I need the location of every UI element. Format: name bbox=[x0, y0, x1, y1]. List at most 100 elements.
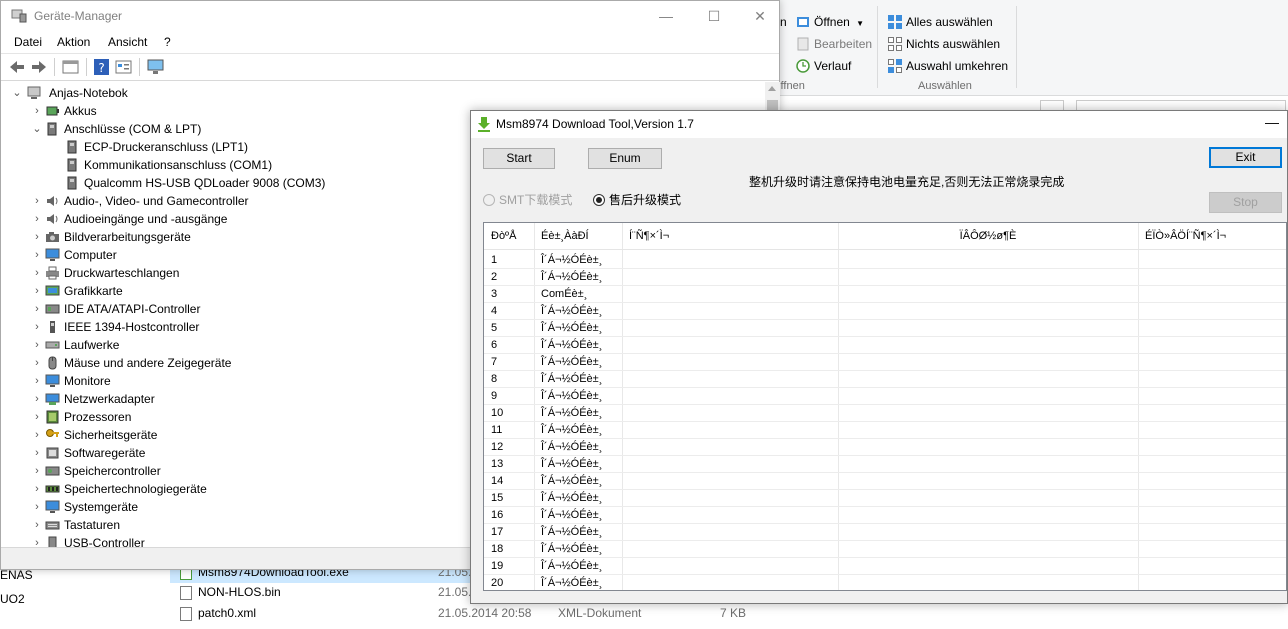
table-row[interactable]: 11 Î´Á¬½ÓÉè±¸ bbox=[484, 422, 1286, 439]
header-last-status[interactable]: ÉÏÒ»ÂÖÍ¨Ñ¶×´Ì¬ bbox=[1138, 223, 1286, 250]
stop-button[interactable]: Stop bbox=[1209, 192, 1282, 213]
chevron-right-icon[interactable]: › bbox=[31, 390, 43, 408]
chevron-right-icon[interactable]: › bbox=[31, 300, 43, 318]
device-manager-icon bbox=[11, 9, 27, 23]
menu-help[interactable]: ? bbox=[164, 35, 171, 49]
table-row[interactable]: 7 Î´Á¬½ÓÉè±¸ bbox=[484, 354, 1286, 371]
cell-device-type: Î´Á¬½ÓÉè±¸ bbox=[541, 373, 603, 385]
table-row[interactable]: 14 Î´Á¬½ÓÉè±¸ bbox=[484, 473, 1286, 490]
aftersale-mode-radio[interactable]: 售后升级模式 bbox=[593, 191, 681, 208]
cell-no: 13 bbox=[491, 458, 504, 470]
table-row[interactable]: 13 Î´Á¬½ÓÉè±¸ bbox=[484, 456, 1286, 473]
cell-device-type: Î´Á¬½ÓÉè±¸ bbox=[541, 475, 603, 487]
chevron-right-icon[interactable]: › bbox=[31, 444, 43, 462]
cell-device-type: Î´Á¬½ÓÉè±¸ bbox=[541, 339, 603, 351]
table-row[interactable]: 4 Î´Á¬½ÓÉè±¸ bbox=[484, 303, 1286, 320]
chevron-right-icon[interactable]: › bbox=[31, 480, 43, 498]
table-row[interactable]: 1 Î´Á¬½ÓÉè±¸ bbox=[484, 252, 1286, 269]
view-icon[interactable] bbox=[62, 59, 80, 75]
ribbon-separator bbox=[877, 6, 878, 88]
chevron-down-icon[interactable]: ⌄ bbox=[31, 120, 43, 138]
back-arrow-icon[interactable] bbox=[8, 59, 26, 75]
smt-mode-radio[interactable]: SMT下载模式 bbox=[483, 191, 572, 208]
chevron-right-icon[interactable]: › bbox=[31, 282, 43, 300]
chevron-down-icon: ▼ bbox=[856, 19, 865, 28]
history-button[interactable]: Verlauf bbox=[796, 56, 851, 76]
scroll-up-arrow-icon[interactable] bbox=[768, 86, 776, 91]
maximize-button[interactable]: ☐ bbox=[691, 1, 737, 31]
nav-item[interactable]: ENAS bbox=[0, 568, 33, 582]
chevron-right-icon[interactable]: › bbox=[31, 516, 43, 534]
table-row[interactable]: 17 Î´Á¬½ÓÉè±¸ bbox=[484, 524, 1286, 541]
chevron-down-icon[interactable]: ⌄ bbox=[11, 84, 23, 102]
minimize-button[interactable]: — bbox=[1257, 111, 1287, 138]
header-device-type[interactable]: Éè±¸ÀàÐÍ bbox=[534, 223, 622, 250]
menu-view[interactable]: Ansicht bbox=[108, 35, 147, 49]
header-no[interactable]: ÐòºÅ bbox=[484, 223, 534, 250]
tree-root[interactable]: ⌄ Anjas-Notebok bbox=[11, 84, 711, 102]
scan-hardware-icon[interactable] bbox=[147, 59, 165, 75]
open-button[interactable]: Öffnen ▼ bbox=[796, 12, 864, 32]
download-tool-titlebar[interactable]: Msm8974 Download Tool,Version 1.7 — bbox=[471, 111, 1287, 138]
menu-file[interactable]: Datei bbox=[14, 35, 42, 49]
header-download-progress[interactable]: ÏÂÔØ½ø¶È bbox=[838, 223, 1138, 250]
battery-icon bbox=[45, 104, 60, 118]
help-icon[interactable]: ? bbox=[93, 59, 111, 75]
select-all-button[interactable]: Alles auswählen bbox=[888, 12, 993, 32]
chevron-right-icon[interactable]: › bbox=[31, 228, 43, 246]
table-row[interactable]: 2 Î´Á¬½ÓÉè±¸ bbox=[484, 269, 1286, 286]
select-none-label: Nichts auswählen bbox=[906, 37, 1001, 51]
chevron-right-icon[interactable]: › bbox=[31, 102, 43, 120]
chevron-right-icon[interactable]: › bbox=[31, 534, 43, 547]
invert-selection-button[interactable]: Auswahl umkehren bbox=[888, 56, 1008, 76]
edit-button[interactable]: Bearbeiten bbox=[796, 34, 872, 54]
cell-device-type: Î´Á¬½ÓÉè±¸ bbox=[541, 322, 603, 334]
table-row[interactable]: 15 Î´Á¬½ÓÉè±¸ bbox=[484, 490, 1286, 507]
table-row[interactable]: 16 Î´Á¬½ÓÉè±¸ bbox=[484, 507, 1286, 524]
chevron-right-icon[interactable]: › bbox=[31, 498, 43, 516]
device-manager-titlebar[interactable]: Geräte-Manager — ☐ ✕ bbox=[1, 1, 779, 31]
camera-icon bbox=[45, 230, 60, 244]
minimize-button[interactable]: — bbox=[643, 1, 689, 31]
chevron-right-icon[interactable]: › bbox=[31, 336, 43, 354]
chevron-right-icon[interactable]: › bbox=[31, 210, 43, 228]
cell-device-type: Î´Á¬½ÓÉè±¸ bbox=[541, 492, 603, 504]
nav-item[interactable]: UO2 bbox=[0, 592, 25, 606]
table-row[interactable]: 5 Î´Á¬½ÓÉè±¸ bbox=[484, 320, 1286, 337]
table-row[interactable]: 3 ComÉè±¸ bbox=[484, 286, 1286, 303]
menu-action[interactable]: Aktion bbox=[57, 35, 90, 49]
chevron-right-icon[interactable]: › bbox=[31, 318, 43, 336]
enum-button[interactable]: Enum bbox=[588, 148, 662, 169]
table-row[interactable]: 12 Î´Á¬½ÓÉè±¸ bbox=[484, 439, 1286, 456]
select-none-icon bbox=[888, 37, 902, 51]
chevron-right-icon[interactable]: › bbox=[31, 408, 43, 426]
chevron-right-icon[interactable]: › bbox=[31, 462, 43, 480]
tree-item-label: Monitore bbox=[64, 374, 111, 388]
table-row[interactable]: 10 Î´Á¬½ÓÉè±¸ bbox=[484, 405, 1286, 422]
table-row[interactable]: 18 Î´Á¬½ÓÉè±¸ bbox=[484, 541, 1286, 558]
table-row[interactable]: 20 Î´Á¬½ÓÉè±¸ bbox=[484, 575, 1286, 590]
speaker-icon bbox=[45, 212, 60, 226]
cell-no: 2 bbox=[491, 271, 498, 283]
start-button[interactable]: Start bbox=[483, 148, 555, 169]
chevron-right-icon[interactable]: › bbox=[31, 264, 43, 282]
select-none-button[interactable]: Nichts auswählen bbox=[888, 34, 1000, 54]
chevron-right-icon[interactable]: › bbox=[31, 426, 43, 444]
chevron-right-icon[interactable]: › bbox=[31, 246, 43, 264]
file-row[interactable]: patch0.xml 21.05.2014 20:58 XML-Dokument… bbox=[170, 603, 970, 624]
chevron-right-icon[interactable]: › bbox=[31, 192, 43, 210]
properties-icon[interactable] bbox=[115, 59, 133, 75]
table-row[interactable]: 19 Î´Á¬½ÓÉè±¸ bbox=[484, 558, 1286, 575]
close-button[interactable]: ✕ bbox=[737, 1, 783, 31]
chevron-right-icon[interactable]: › bbox=[31, 354, 43, 372]
ribbon-separator bbox=[1016, 6, 1017, 88]
exit-button[interactable]: Exit bbox=[1209, 147, 1282, 168]
table-row[interactable]: 6 Î´Á¬½ÓÉè±¸ bbox=[484, 337, 1286, 354]
table-row[interactable]: 8 Î´Á¬½ÓÉè±¸ bbox=[484, 371, 1286, 388]
header-comm-status[interactable]: Í¨Ñ¶×´Ì¬ bbox=[622, 223, 838, 250]
file-size: 7 KB bbox=[720, 606, 747, 620]
chevron-right-icon[interactable]: › bbox=[31, 372, 43, 390]
port-icon bbox=[65, 176, 80, 190]
table-row[interactable]: 9 Î´Á¬½ÓÉè±¸ bbox=[484, 388, 1286, 405]
forward-arrow-icon[interactable] bbox=[30, 59, 48, 75]
